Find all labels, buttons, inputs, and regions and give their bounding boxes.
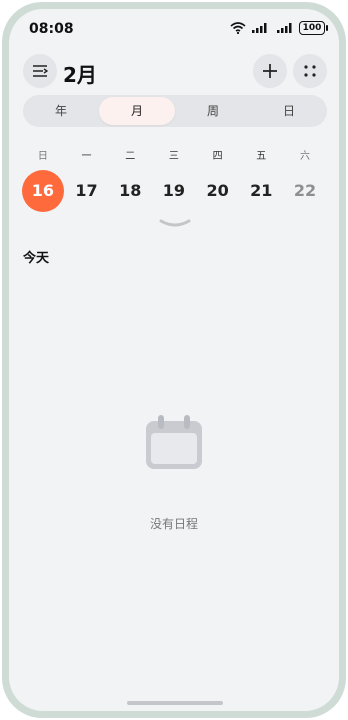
- add-event-button[interactable]: [253, 54, 287, 88]
- date-number: 16: [21, 170, 64, 212]
- signal-icon-2: [277, 23, 292, 33]
- today-section-title: 今天: [23, 251, 50, 266]
- menu-button[interactable]: [23, 54, 57, 88]
- month-title: 2月: [63, 63, 97, 87]
- tab-day[interactable]: 日: [251, 95, 327, 127]
- date-cell[interactable]: 19: [152, 170, 196, 212]
- weekday-label: 四: [212, 151, 223, 162]
- date-cell[interactable]: 21: [239, 170, 283, 212]
- plus-icon: [263, 64, 277, 78]
- date-cell[interactable]: 18: [108, 170, 152, 212]
- weekday-label: 三: [168, 151, 179, 162]
- weekday-label: 五: [256, 151, 267, 162]
- weekday-label: 二: [125, 151, 136, 162]
- weekday-header: 日 一 二 三 四 五 六: [21, 147, 327, 162]
- tab-week[interactable]: 周: [175, 95, 251, 127]
- tab-month[interactable]: 月: [99, 97, 175, 125]
- calendar-empty-icon: [146, 415, 202, 469]
- device-frame: 08:08 100 2月 年 月 周 日 日 一 二 三 四 五 六 16 17…: [2, 2, 346, 718]
- date-row: 16 17 18 19 20 21 22: [21, 170, 327, 212]
- date-cell-today[interactable]: 16: [21, 170, 65, 212]
- status-time: 08:08: [29, 21, 74, 37]
- status-bar: 08:08 100: [9, 9, 339, 45]
- signal-icon: [252, 23, 267, 33]
- top-bar: 2月: [9, 51, 339, 91]
- home-indicator[interactable]: [127, 701, 223, 705]
- weekday-label: 六: [299, 151, 310, 162]
- expand-chevron-icon[interactable]: [159, 219, 191, 229]
- tab-year[interactable]: 年: [23, 95, 99, 127]
- more-button[interactable]: [293, 54, 327, 88]
- battery-icon: 100: [299, 21, 328, 35]
- screen: 08:08 100 2月 年 月 周 日 日 一 二 三 四 五 六 16 17…: [9, 9, 339, 711]
- empty-state-text: 没有日程: [149, 517, 198, 531]
- date-cell[interactable]: 22: [283, 170, 327, 212]
- wifi-icon: [230, 22, 246, 34]
- view-switcher: 年 月 周 日: [23, 95, 327, 127]
- status-icons: 100: [230, 21, 328, 35]
- weekday-label: 日: [37, 151, 48, 162]
- more-dots-icon: [304, 65, 316, 77]
- menu-icon: [33, 65, 48, 77]
- date-cell[interactable]: 17: [65, 170, 109, 212]
- weekday-label: 一: [81, 151, 92, 162]
- week-strip: 日 一 二 三 四 五 六 16 17 18 19 20 21 22: [21, 147, 327, 212]
- date-cell[interactable]: 20: [196, 170, 240, 212]
